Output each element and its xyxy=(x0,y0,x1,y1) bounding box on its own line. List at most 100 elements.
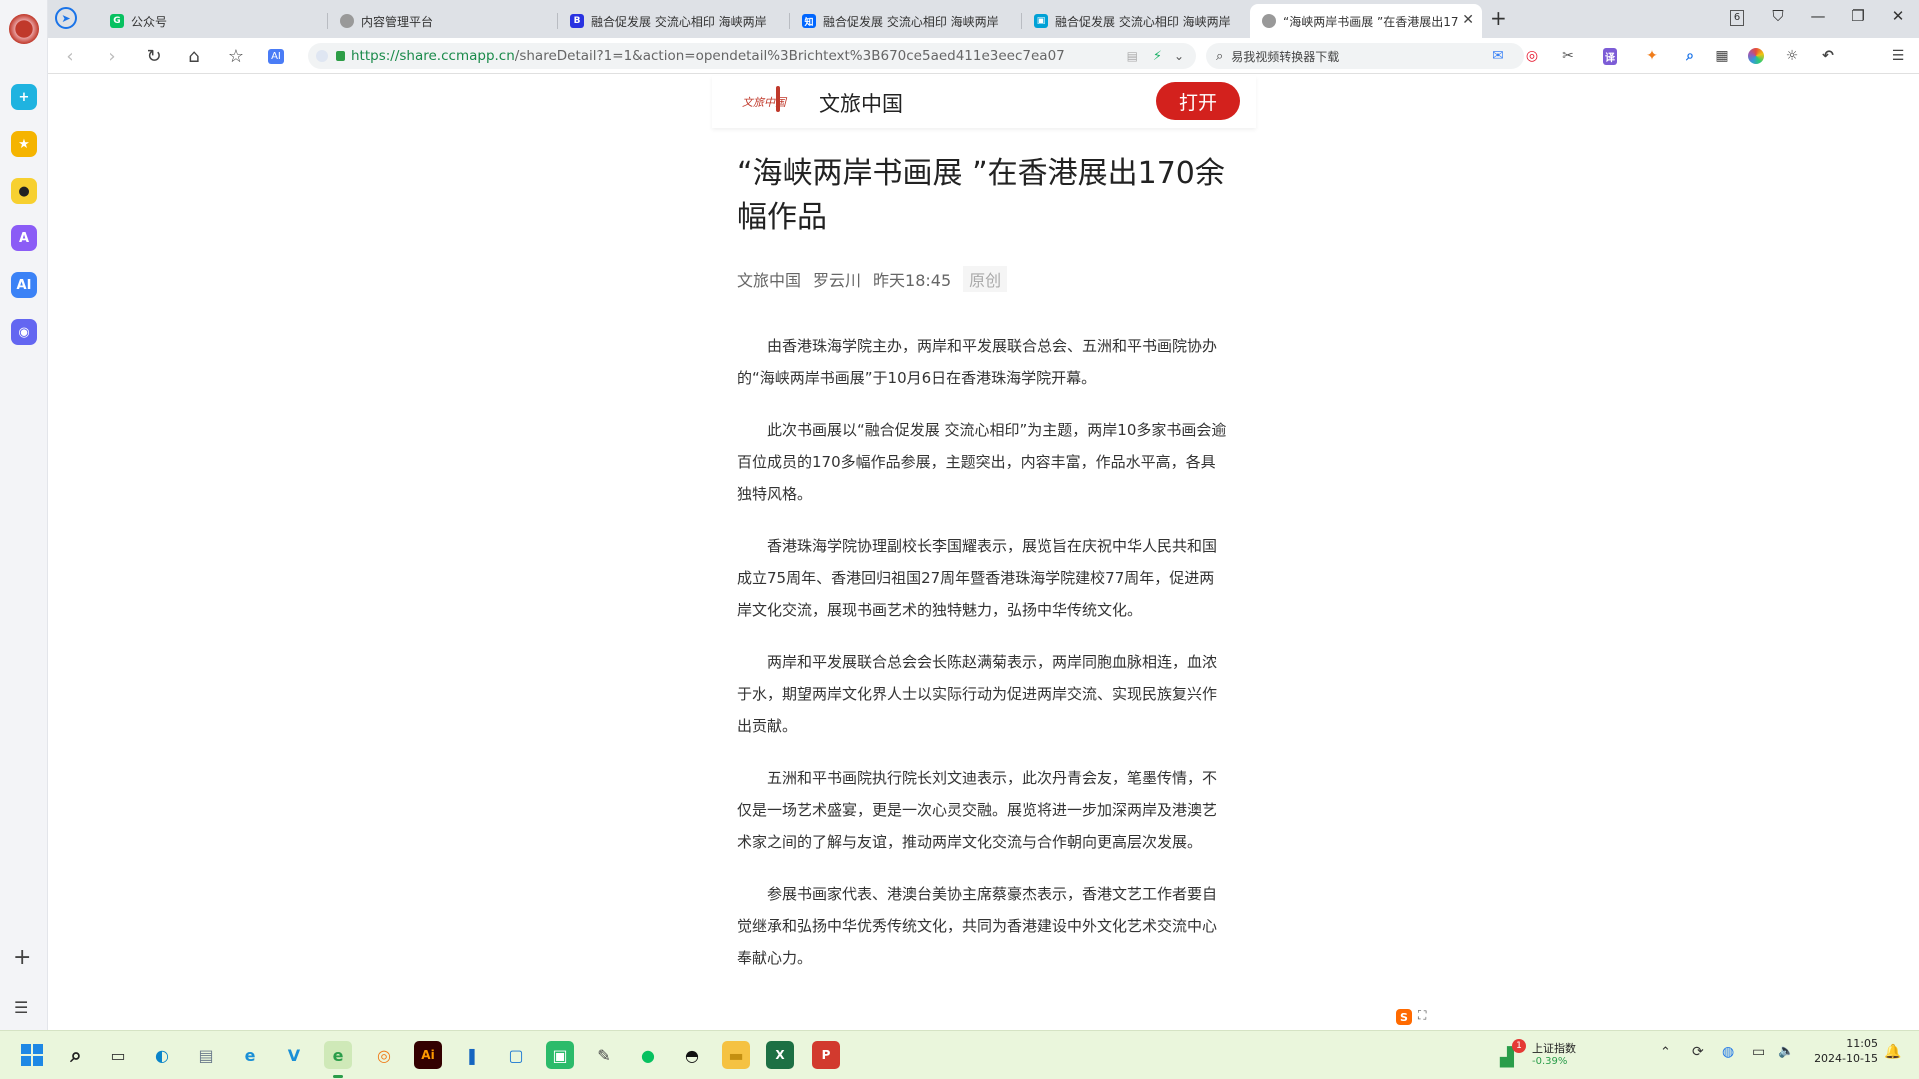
list-icon[interactable]: ☰ xyxy=(14,998,28,1017)
security-icon[interactable]: ◍ xyxy=(1722,1044,1734,1060)
qq-icon[interactable]: ◓ xyxy=(678,1041,706,1069)
zoom-icon[interactable]: ⌕ xyxy=(1680,46,1700,66)
reader-icon[interactable]: ▤ xyxy=(1127,49,1138,63)
brightness-icon[interactable]: ☼ xyxy=(1782,46,1802,66)
pin-icon[interactable]: ⛉ xyxy=(1766,7,1790,25)
tab-label: 融合促发展 交流心相印 海峡两岸 xyxy=(823,14,999,29)
tab-2[interactable]: B 融合促发展 交流心相印 海峡两岸 xyxy=(558,4,790,38)
site-name: 文旅中国 xyxy=(819,92,903,116)
close-window-button[interactable]: ✕ xyxy=(1886,7,1910,25)
ai-assistant-icon[interactable]: A xyxy=(11,225,37,251)
ime-icon[interactable]: S xyxy=(1396,1009,1412,1025)
open-app-button[interactable]: 打开 xyxy=(1156,82,1240,120)
minimize-button[interactable]: — xyxy=(1806,7,1830,25)
tab-0[interactable]: G 公众号 xyxy=(98,4,328,38)
new-tab-button[interactable]: + xyxy=(1490,6,1507,30)
search-input[interactable]: 易我视频转换器下载 xyxy=(1231,48,1339,65)
tab-1[interactable]: 内容管理平台 xyxy=(328,4,558,38)
bookmark-app-icon[interactable]: ❚ xyxy=(458,1041,486,1069)
site-info-icon[interactable] xyxy=(316,50,328,62)
undo-icon[interactable]: ↶ xyxy=(1818,46,1838,66)
chevron-up-icon[interactable]: ⌃ xyxy=(1660,1045,1671,1060)
url-scheme: https:// xyxy=(351,48,400,64)
stock-badge: 1 xyxy=(1512,1039,1526,1053)
article-source[interactable]: 文旅中国 xyxy=(737,267,801,291)
edge-icon[interactable]: ◐ xyxy=(148,1041,176,1069)
translate-icon[interactable]: 译 xyxy=(1600,46,1620,66)
tab-count-badge[interactable]: 6 xyxy=(1730,10,1744,26)
chat-app-icon[interactable]: ▣ xyxy=(546,1041,574,1069)
ai-icon[interactable]: AI xyxy=(11,272,37,298)
tab-4[interactable]: ▣ 融合促发展 交流心相印 海峡两岸 xyxy=(1022,4,1254,38)
lightning-icon[interactable]: ⚡ xyxy=(1153,49,1162,64)
explorer-window-icon[interactable]: ▤ xyxy=(192,1041,220,1069)
favorites-icon[interactable]: ★ xyxy=(11,131,37,157)
toolbar: ‹ › ↻ ⌂ ☆ AI https:// share.ccmapp.cn /s… xyxy=(48,38,1919,74)
ie-icon[interactable]: e xyxy=(236,1041,264,1069)
tab-3[interactable]: 知 融合促发展 交流心相印 海峡两岸 xyxy=(790,4,1022,38)
stock-widget[interactable]: ▟ 1 上证指数 -0.39% xyxy=(1500,1039,1620,1073)
gamepad-icon[interactable]: ✦ xyxy=(1642,46,1662,66)
restore-button[interactable]: ❐ xyxy=(1846,7,1870,25)
tab-bar: ➤ G 公众号 内容管理平台 B 融合促发展 交流心相印 海峡两岸 知 融合促发… xyxy=(48,0,1919,38)
avatar[interactable] xyxy=(9,14,39,44)
weibo-icon[interactable]: ◎ xyxy=(1522,46,1542,66)
illustrator-icon[interactable]: Ai xyxy=(414,1041,442,1069)
article-paragraph: 参展书画家代表、港澳台美协主席蔡豪杰表示，香港文艺工作者要自觉继承和弘扬中华优秀… xyxy=(737,885,1218,967)
search-box[interactable]: ⌕ 易我视频转换器下载 xyxy=(1206,43,1524,69)
bilibili-icon: ▣ xyxy=(1034,14,1048,28)
volume-icon[interactable]: 🔈 xyxy=(1778,1044,1794,1059)
network-icon[interactable]: ▭ xyxy=(1752,1044,1765,1060)
apps-grid-icon[interactable]: ▦ xyxy=(1712,46,1732,66)
sidebar-app-icon[interactable]: + xyxy=(11,84,37,110)
close-tab-icon[interactable]: ✕ xyxy=(1462,12,1474,28)
media-player-icon[interactable]: ◎ xyxy=(370,1041,398,1069)
home-button[interactable]: ⌂ xyxy=(182,44,206,68)
reload-button[interactable]: ↻ xyxy=(142,44,166,68)
navigation-icon[interactable]: ➤ xyxy=(55,7,77,29)
article-paragraph: 两岸和平发展联合总会会长陈赵满菊表示，两岸同胞血脉相连，血浓于水，期望两岸文化界… xyxy=(737,653,1218,735)
sync-icon[interactable]: ⟳ xyxy=(1692,1044,1704,1060)
sidebar-rail: + ★ ● A AI ◉ + ☰ xyxy=(0,0,48,1030)
bot-icon[interactable]: ◉ xyxy=(11,319,37,345)
menu-icon[interactable]: ☰ xyxy=(1888,46,1908,66)
add-icon[interactable]: + xyxy=(13,945,31,970)
folder-icon[interactable]: ▬ xyxy=(722,1041,750,1069)
bookmark-button[interactable]: ☆ xyxy=(224,44,248,68)
vpn-icon[interactable]: V xyxy=(280,1041,308,1069)
baidu-icon: B xyxy=(570,14,584,28)
search-icon: ⌕ xyxy=(1216,48,1224,64)
back-button[interactable]: ‹ xyxy=(58,44,82,68)
search-icon[interactable]: ⌕ xyxy=(62,1041,90,1069)
window-app-icon[interactable]: ▢ xyxy=(502,1041,530,1069)
chevron-down-icon[interactable]: ⌄ xyxy=(1174,49,1184,63)
notification-bell-icon[interactable]: 🔔 xyxy=(1884,1044,1901,1060)
clock[interactable]: 11:05 2024-10-15 xyxy=(1802,1037,1878,1065)
original-badge: 原创 xyxy=(963,266,1008,292)
ai-button[interactable]: AI xyxy=(264,44,288,68)
game-icon[interactable]: ● xyxy=(11,178,37,204)
tab-5[interactable]: “海峡两岸书画展 ”在香港展出17 ✕ xyxy=(1250,4,1482,38)
site-logo[interactable]: 文旅中国 xyxy=(742,86,794,116)
stock-change: -0.39% xyxy=(1532,1056,1568,1067)
expand-icon[interactable]: ⛶ xyxy=(1418,1008,1426,1023)
browser-icon[interactable]: e xyxy=(324,1041,352,1069)
windows-start-icon[interactable] xyxy=(18,1041,46,1069)
tab-label: 融合促发展 交流心相印 海峡两岸 xyxy=(1055,14,1231,29)
scissors-icon[interactable]: ✂ xyxy=(1558,46,1578,66)
task-view-icon[interactable]: ▭ xyxy=(104,1041,132,1069)
forward-button[interactable]: › xyxy=(100,44,124,68)
article-paragraph: 五洲和平书画院执行院长刘文迪表示，此次丹青会友，笔墨传情，不仅是一场艺术盛宴，更… xyxy=(737,769,1218,851)
address-bar[interactable]: https:// share.ccmapp.cn /shareDetail?1=… xyxy=(308,43,1196,69)
excel-icon[interactable]: X xyxy=(766,1041,794,1069)
pdf-icon[interactable]: P xyxy=(812,1041,840,1069)
clock-date: 2024-10-15 xyxy=(1814,1052,1878,1065)
wechat-icon[interactable]: ● xyxy=(634,1041,662,1069)
mail-icon[interactable]: ✉ xyxy=(1488,46,1508,66)
color-ring-icon[interactable] xyxy=(1746,46,1766,66)
zhihu-icon: 知 xyxy=(802,14,816,28)
tab-label: 公众号 xyxy=(131,14,168,29)
wechat-icon: G xyxy=(110,14,124,28)
pen-icon[interactable]: ✎ xyxy=(590,1041,618,1069)
article: “海峡两岸书画展 ”在香港展出170余幅作品 文旅中国 罗云川 昨天18:45 … xyxy=(737,152,1229,974)
